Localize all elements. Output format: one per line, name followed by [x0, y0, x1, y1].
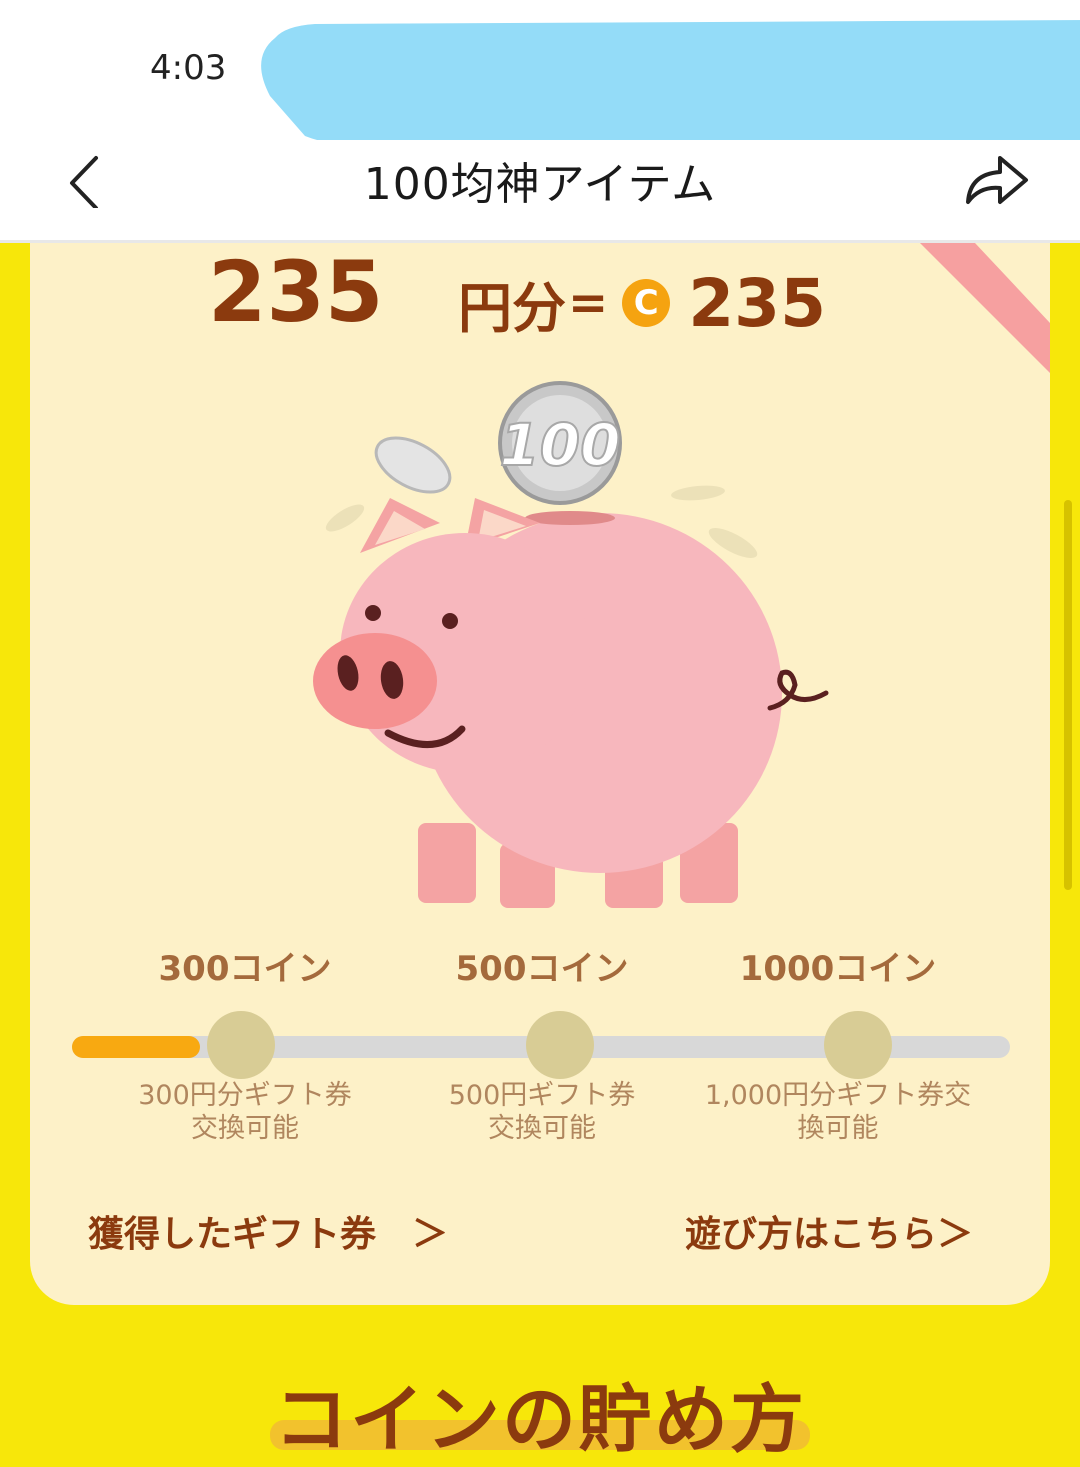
corner-ribbon [920, 243, 1050, 373]
milestone-desc-line: 500円ギフト券 [448, 1080, 636, 1111]
milestone-node [824, 1011, 892, 1079]
redaction-mark [261, 20, 1080, 147]
status-time: 4:03 [150, 48, 227, 88]
page-title: 100均神アイテム [363, 159, 717, 210]
milestone-description: 1,000円分ギフト券交 換可能 [678, 1079, 998, 1145]
section-heading: コインの貯め方 [274, 1377, 806, 1463]
acquired-gift-cards-link[interactable]: 獲得したギフト券 ＞ [88, 1205, 448, 1257]
share-button[interactable] [960, 146, 1032, 208]
equals-sign: = [568, 275, 609, 331]
yen-unit: 円分 [458, 276, 566, 340]
how-to-play-link[interactable]: 遊び方はこちら＞ [685, 1205, 973, 1257]
milestone-desc-line: 300円分ギフト券 [138, 1080, 352, 1111]
piggy-bank-card: 235 円分 = C 235 100 300コイン 500コイン 1000コイン… [30, 243, 1050, 1305]
milestone-desc-line: 換可能 [797, 1113, 879, 1144]
milestone-title: 300コイン [158, 949, 332, 989]
milestone-title: 500コイン [455, 949, 629, 989]
milestone-node [526, 1011, 594, 1079]
milestone-description: 300円分ギフト券 交換可能 [85, 1079, 405, 1145]
milestone-description: 500円ギフト券 交換可能 [382, 1079, 702, 1145]
yen-equivalent-value: 235 [688, 264, 826, 342]
milestone-desc-line: 交換可能 [488, 1113, 596, 1144]
coin-balance: 235 [208, 243, 384, 341]
milestone-desc-line: 1,000円分ギフト券交 [704, 1080, 972, 1111]
scrollbar[interactable] [1064, 500, 1072, 890]
nav-header: 100均神アイテム [0, 140, 1080, 243]
milestone-desc-line: 交換可能 [191, 1113, 299, 1144]
yen-equivalent: 円分 = C 235 [458, 263, 826, 343]
piggy-bank-illustration: 100 [313, 381, 829, 908]
status-bar: 4:03 [0, 0, 1080, 147]
coin-label: 100 [499, 411, 620, 479]
coin-icon: C [622, 279, 671, 327]
progress-fill [72, 1036, 200, 1058]
share-arrow-icon [966, 156, 1028, 204]
milestone-title: 1000コイン [739, 949, 937, 989]
milestone-node [207, 1011, 275, 1079]
hundred-yen-coin: 100 [498, 381, 622, 505]
